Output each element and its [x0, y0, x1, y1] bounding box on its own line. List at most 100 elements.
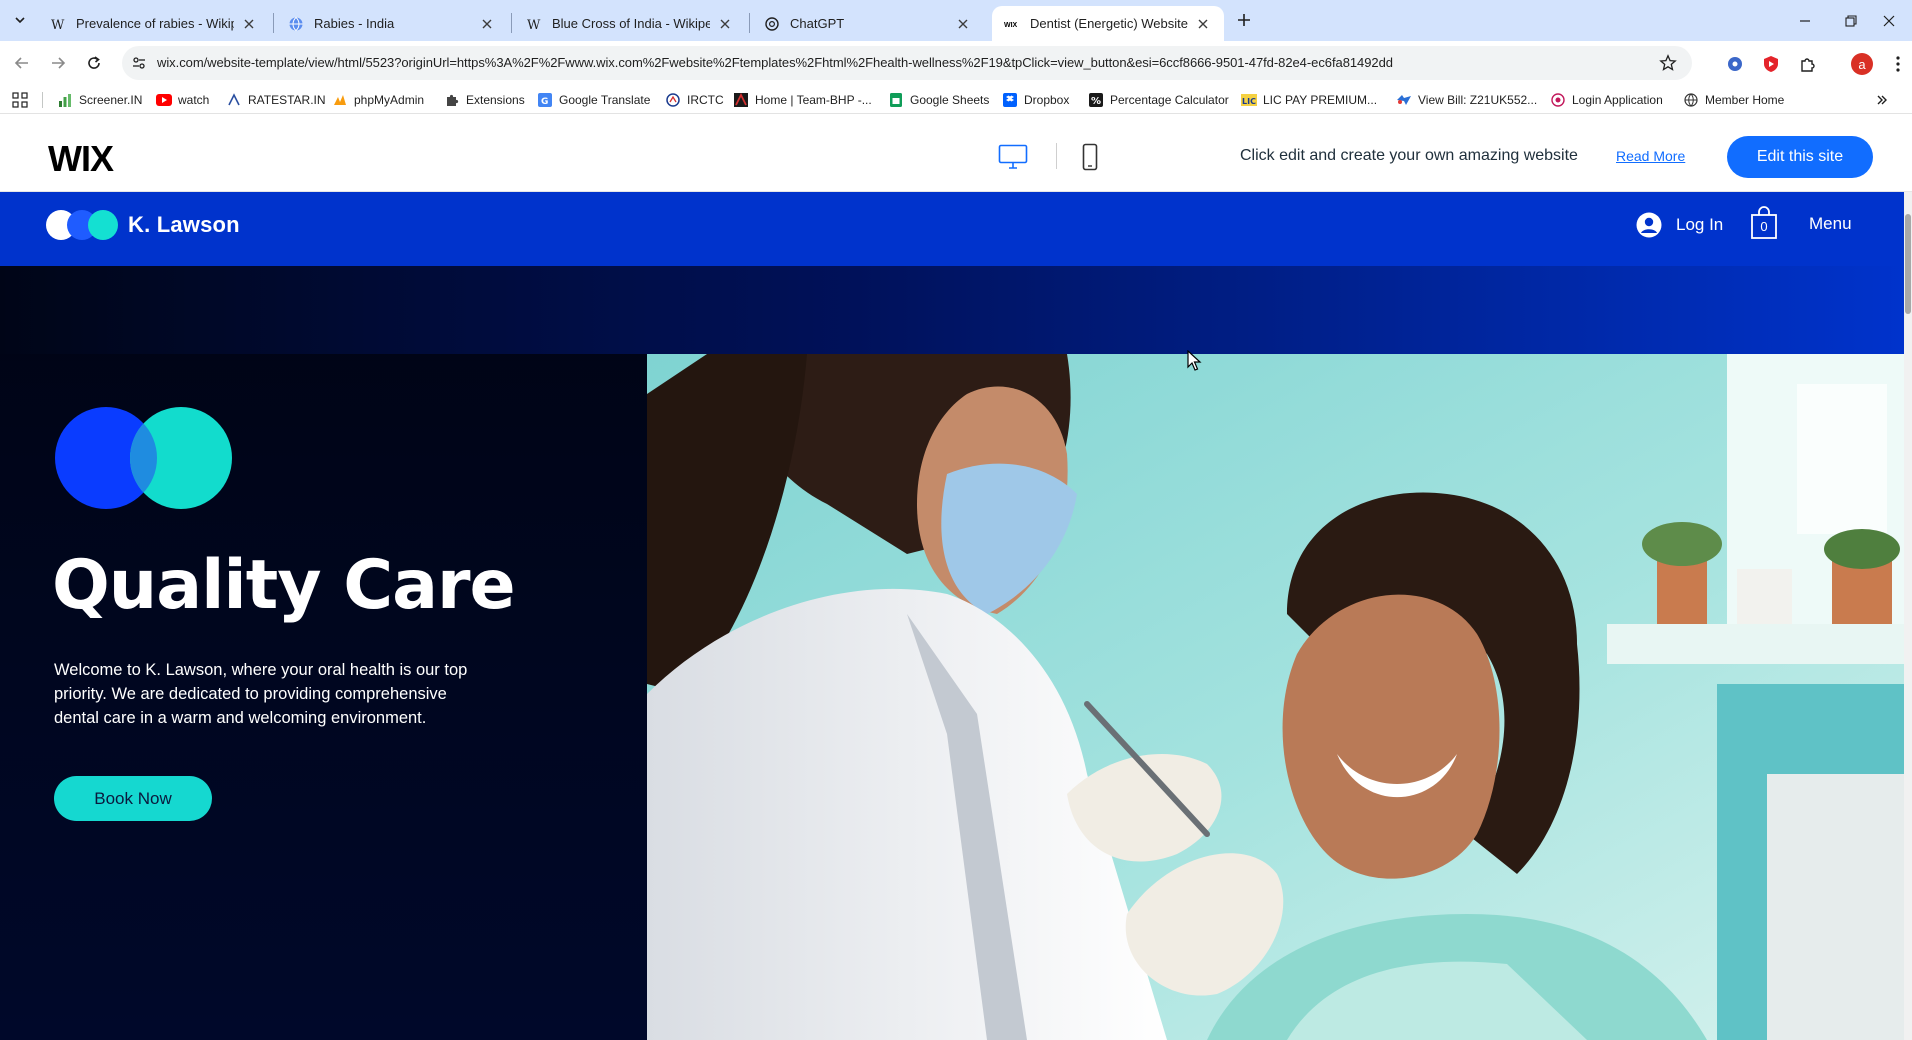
wikipedia-icon: W: [50, 16, 66, 32]
bookmark-label: watch: [178, 93, 210, 107]
tab-title: ChatGPT: [790, 16, 845, 31]
apps-grid-icon[interactable]: [12, 92, 28, 108]
read-more-link[interactable]: Read More: [1616, 148, 1685, 164]
tab-title: Prevalence of rabies - Wikipedia: [76, 16, 234, 31]
brand-logo-icon[interactable]: [45, 209, 119, 241]
back-arrow-icon[interactable]: [8, 49, 36, 77]
tab-dentist-template[interactable]: WIX Dentist (Energetic) Website Template: [992, 6, 1224, 41]
bookmarks-divider: [42, 92, 43, 108]
bookmark-watch[interactable]: watch: [156, 90, 209, 110]
close-icon[interactable]: [716, 15, 734, 33]
hero-circles-logo-icon: [55, 407, 232, 509]
bookmark-phpmyadmin[interactable]: phpMyAdmin: [332, 90, 424, 110]
bookmark-label: Screener.IN: [79, 93, 143, 107]
puzzle-icon: [444, 92, 460, 108]
bookmark-lic[interactable]: LIC LIC PAY PREMIUM...: [1241, 90, 1377, 110]
log-in-button[interactable]: Log In: [1636, 210, 1723, 240]
close-icon[interactable]: [954, 15, 972, 33]
shield-extension-icon[interactable]: [1760, 53, 1782, 75]
bookmark-dropbox[interactable]: Dropbox: [1002, 90, 1069, 110]
globe-icon: [1683, 92, 1699, 108]
tab-prevalence-of-rabies[interactable]: W Prevalence of rabies - Wikipedia: [38, 6, 270, 41]
address-bar[interactable]: wix.com/website-template/view/html/5523?…: [122, 46, 1692, 80]
close-icon[interactable]: [478, 15, 496, 33]
url-text[interactable]: wix.com/website-template/view/html/5523?…: [157, 55, 1393, 70]
svg-text:W: W: [51, 18, 65, 32]
reload-icon[interactable]: [80, 49, 108, 77]
bill-icon: [1396, 92, 1412, 108]
bookmark-label: Google Translate: [559, 93, 651, 107]
bookmark-label: Dropbox: [1024, 93, 1070, 107]
bookmark-extensions[interactable]: Extensions: [444, 90, 525, 110]
translate-icon: G: [537, 92, 553, 108]
profile-avatar[interactable]: a: [1851, 53, 1873, 75]
bookmark-google-translate[interactable]: G Google Translate: [537, 90, 650, 110]
close-window-icon[interactable]: [1866, 0, 1912, 41]
youtube-icon: [156, 92, 172, 108]
tab-chatgpt[interactable]: ChatGPT: [752, 6, 984, 41]
svg-text:W: W: [527, 18, 541, 32]
bookmark-member-home[interactable]: Member Home: [1683, 90, 1784, 110]
bookmark-label: Google Sheets: [910, 93, 990, 107]
percent-icon: %: [1088, 92, 1104, 108]
bookmark-view-bill[interactable]: View Bill: Z21UK552...: [1396, 90, 1537, 110]
bookmark-ratestar[interactable]: RATESTAR.IN: [226, 90, 326, 110]
new-tab-plus-icon[interactable]: [1232, 8, 1256, 32]
cart-button[interactable]: 0: [1750, 206, 1778, 240]
database-icon: [332, 92, 348, 108]
bookmark-irctc[interactable]: IRCTC: [665, 90, 724, 110]
bookmark-star-icon[interactable]: [1658, 53, 1678, 73]
close-icon[interactable]: [1194, 15, 1212, 33]
edit-this-site-button[interactable]: Edit this site: [1727, 136, 1873, 178]
bookmark-label: Member Home: [1705, 93, 1785, 107]
browser-tabstrip: W Prevalence of rabies - Wikipedia Rabie…: [0, 0, 1912, 41]
lic-icon: LIC: [1241, 92, 1257, 108]
bookmark-label: Extensions: [466, 93, 525, 107]
brand-name[interactable]: K. Lawson: [128, 212, 240, 238]
hero-title: Quality Care: [52, 546, 516, 625]
user-avatar-icon: [1636, 212, 1662, 238]
chevron-right-double-icon[interactable]: [1874, 92, 1890, 108]
puzzle-extensions-icon[interactable]: [1797, 53, 1819, 75]
tab-divider: [511, 13, 512, 33]
bookmark-label: Percentage Calculator: [1110, 93, 1229, 107]
close-icon[interactable]: [240, 15, 258, 33]
more-options-icon[interactable]: [1890, 53, 1906, 75]
device-toggle-divider: [1056, 143, 1057, 169]
wix-promo-message: Click edit and create your own amazing w…: [1240, 147, 1578, 164]
sheets-icon: [888, 92, 904, 108]
train-icon: [665, 92, 681, 108]
wix-icon: WIX: [1004, 16, 1020, 32]
tab-rabies-india[interactable]: Rabies - India: [276, 6, 508, 41]
bookmark-team-bhp[interactable]: Home | Team-BHP -...: [733, 90, 872, 110]
site-preview: K. Lawson Log In 0 Menu Quality Care Wel…: [0, 192, 1904, 1040]
bookmark-google-sheets[interactable]: Google Sheets: [888, 90, 989, 110]
scrollbar-thumb[interactable]: [1905, 214, 1911, 314]
tab-blue-cross-of-india[interactable]: W Blue Cross of India - Wikipedia: [514, 6, 746, 41]
page-scrollbar[interactable]: [1904, 192, 1912, 1040]
bookmark-login-application[interactable]: Login Application: [1550, 90, 1663, 110]
wix-preview-bar: WIX Click edit and create your own amazi…: [0, 114, 1912, 192]
bookmark-label: IRCTC: [687, 93, 724, 107]
bookmark-label: Login Application: [1572, 93, 1663, 107]
cart-count: 0: [1760, 219, 1768, 234]
tab-title: Dentist (Energetic) Website Template: [1030, 16, 1188, 31]
svg-text:%: %: [1091, 96, 1101, 107]
menu-button[interactable]: Menu: [1809, 214, 1852, 234]
desktop-view-icon[interactable]: [996, 141, 1030, 173]
book-now-button[interactable]: Book Now: [54, 776, 212, 821]
bookmark-percentage-calculator[interactable]: % Percentage Calculator: [1088, 90, 1229, 110]
forward-arrow-icon[interactable]: [44, 49, 72, 77]
minimize-icon[interactable]: [1782, 0, 1828, 41]
extension-gear-icon[interactable]: [1724, 53, 1746, 75]
mouse-cursor-icon: [1187, 350, 1202, 371]
svg-text:LIC: LIC: [1242, 97, 1256, 106]
mobile-view-icon[interactable]: [1073, 141, 1107, 173]
bookmark-screener[interactable]: Screener.IN: [57, 90, 142, 110]
tab-title: Rabies - India: [314, 16, 395, 31]
site-settings-icon[interactable]: [130, 54, 148, 72]
teambhp-icon: [733, 92, 749, 108]
tab-search-chevron-icon[interactable]: [8, 8, 32, 32]
wix-logo[interactable]: WIX: [48, 138, 114, 180]
log-in-label: Log In: [1676, 215, 1724, 234]
